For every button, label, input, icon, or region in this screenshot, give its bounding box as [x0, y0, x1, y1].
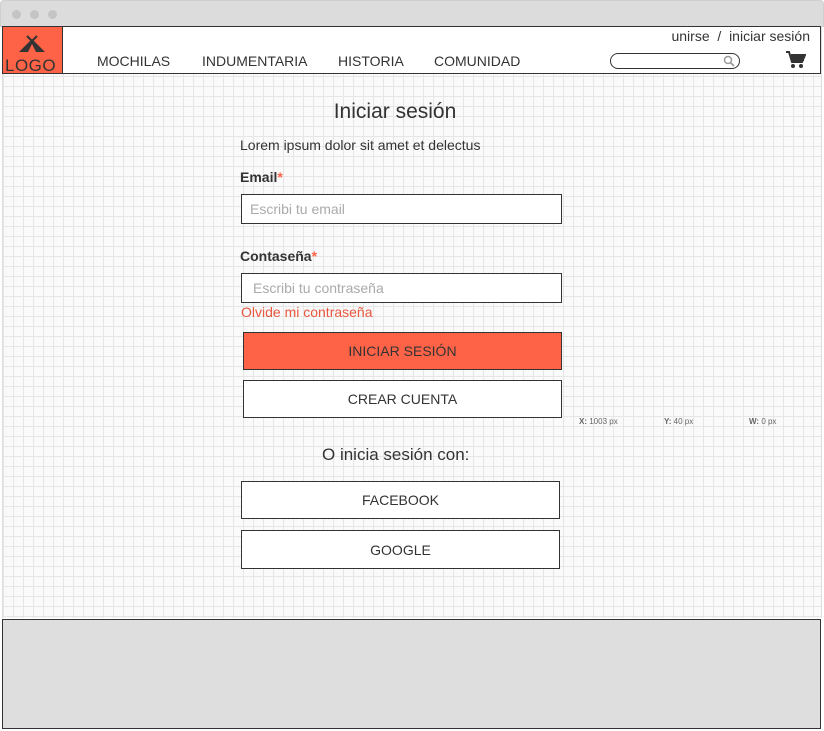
- login-button[interactable]: INICIAR SESIÓN: [243, 332, 562, 370]
- nav-item-mochilas[interactable]: MOCHILAS: [97, 53, 170, 69]
- window-minimize-dot[interactable]: [30, 10, 39, 19]
- site-footer: [2, 619, 821, 729]
- coords-w-value: 0 px: [761, 417, 777, 426]
- coords-y-label: Y:: [664, 417, 672, 426]
- window-maximize-dot[interactable]: [48, 10, 57, 19]
- coords-x: X: 1003 px: [579, 417, 618, 426]
- coords-x-value: 1003 px: [589, 417, 618, 426]
- email-label: Email*: [240, 169, 283, 185]
- link-separator: /: [717, 28, 722, 44]
- forgot-password-link[interactable]: Olvide mi contraseña: [241, 304, 373, 320]
- logo-text: LOGO: [5, 56, 57, 75]
- coords-x-label: X:: [579, 417, 587, 426]
- google-login-button[interactable]: GOOGLE: [241, 530, 560, 569]
- social-login-title: O inicia sesión con:: [322, 445, 470, 464]
- browser-chrome: [0, 0, 824, 27]
- tent-icon: [19, 35, 45, 52]
- nav-item-comunidad[interactable]: COMUNIDAD: [434, 53, 520, 69]
- window-close-dot[interactable]: [12, 10, 21, 19]
- coords-w: W: 0 px: [749, 417, 776, 426]
- join-link[interactable]: unirse: [671, 28, 709, 44]
- password-label: Contaseña*: [240, 248, 317, 264]
- login-link[interactable]: iniciar sesión: [729, 28, 810, 44]
- page-description: Lorem ipsum dolor sit amet et delectus: [240, 137, 481, 153]
- coords-y-value: 40 px: [673, 417, 694, 426]
- password-field[interactable]: [241, 273, 562, 303]
- facebook-login-button[interactable]: FACEBOOK: [241, 481, 560, 519]
- logo[interactable]: LOGO: [3, 27, 63, 75]
- password-label-text: Contaseña: [240, 248, 312, 264]
- nav-item-historia[interactable]: HISTORIA: [338, 53, 404, 69]
- coords-w-label: W:: [749, 417, 760, 426]
- site-header: LOGO MOCHILAS INDUMENTARIA HISTORIA COMU…: [2, 26, 821, 75]
- email-field[interactable]: [241, 194, 562, 224]
- page-title: Iniciar sesión: [333, 100, 457, 123]
- required-mark: *: [277, 169, 283, 185]
- nav-item-indumentaria[interactable]: INDUMENTARIA: [202, 53, 308, 69]
- search-input[interactable]: [610, 53, 740, 69]
- shopping-cart-icon[interactable]: [786, 51, 806, 69]
- required-mark: *: [311, 248, 318, 264]
- coords-y: Y: 40 px: [664, 417, 693, 426]
- create-account-button[interactable]: CREAR CUENTA: [243, 380, 562, 418]
- account-links: unirse / iniciar sesión: [671, 28, 810, 44]
- search-icon[interactable]: [723, 55, 735, 67]
- email-label-text: Email: [240, 169, 278, 185]
